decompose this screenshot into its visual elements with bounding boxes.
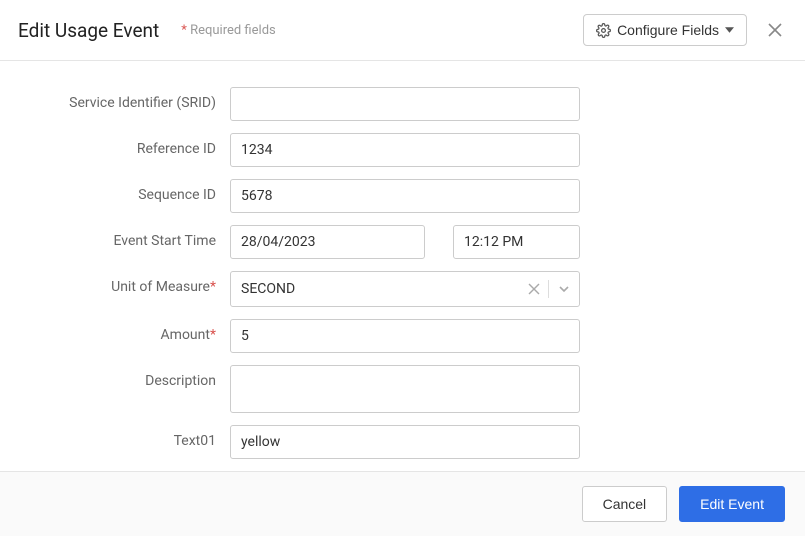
configure-fields-button[interactable]: Configure Fields: [583, 14, 747, 46]
close-button[interactable]: [763, 18, 787, 42]
gear-icon: [596, 23, 611, 38]
label-text01: Text01: [40, 425, 230, 449]
label-amount: Amount*: [40, 319, 230, 343]
row-description: Description: [40, 365, 765, 413]
input-description[interactable]: [230, 365, 580, 413]
input-event-start-time: [453, 225, 580, 259]
asterisk-icon: *: [181, 23, 187, 38]
row-event-start: Event Start Time: [40, 225, 765, 259]
caret-down-icon: [725, 27, 734, 33]
clear-icon[interactable]: [528, 283, 540, 295]
required-asterisk-icon: *: [210, 279, 216, 295]
dialog-header: Edit Usage Event * Required fields Confi…: [0, 0, 805, 61]
label-srid: Service Identifier (SRID): [40, 87, 230, 111]
label-uom: Unit of Measure*: [40, 271, 230, 295]
input-sequence-id[interactable]: [230, 179, 580, 213]
label-sequence-id: Sequence ID: [40, 179, 230, 203]
input-event-start-date: [230, 225, 425, 259]
required-asterisk-icon: *: [210, 327, 216, 343]
label-reference-id: Reference ID: [40, 133, 230, 157]
dialog-title: Edit Usage Event: [18, 19, 159, 42]
input-amount[interactable]: [230, 319, 580, 353]
required-fields-note: * Required fields: [181, 23, 276, 38]
input-srid: [230, 87, 580, 121]
row-amount: Amount*: [40, 319, 765, 353]
dialog-footer: Cancel Edit Event: [0, 471, 805, 536]
select-uom-value: SECOND: [241, 281, 528, 297]
select-uom[interactable]: SECOND: [230, 271, 580, 307]
divider: [548, 280, 549, 298]
submit-button[interactable]: Edit Event: [679, 486, 785, 522]
form-body: Service Identifier (SRID) Reference ID S…: [0, 61, 805, 491]
label-description: Description: [40, 365, 230, 389]
row-srid: Service Identifier (SRID): [40, 87, 765, 121]
cancel-button[interactable]: Cancel: [582, 486, 668, 522]
input-text01[interactable]: [230, 425, 580, 459]
chevron-down-icon[interactable]: [557, 282, 571, 296]
row-sequence-id: Sequence ID: [40, 179, 765, 213]
row-reference-id: Reference ID: [40, 133, 765, 167]
close-icon: [767, 22, 783, 38]
row-text01: Text01: [40, 425, 765, 459]
input-reference-id[interactable]: [230, 133, 580, 167]
label-event-start: Event Start Time: [40, 225, 230, 249]
row-uom: Unit of Measure* SECOND: [40, 271, 765, 307]
